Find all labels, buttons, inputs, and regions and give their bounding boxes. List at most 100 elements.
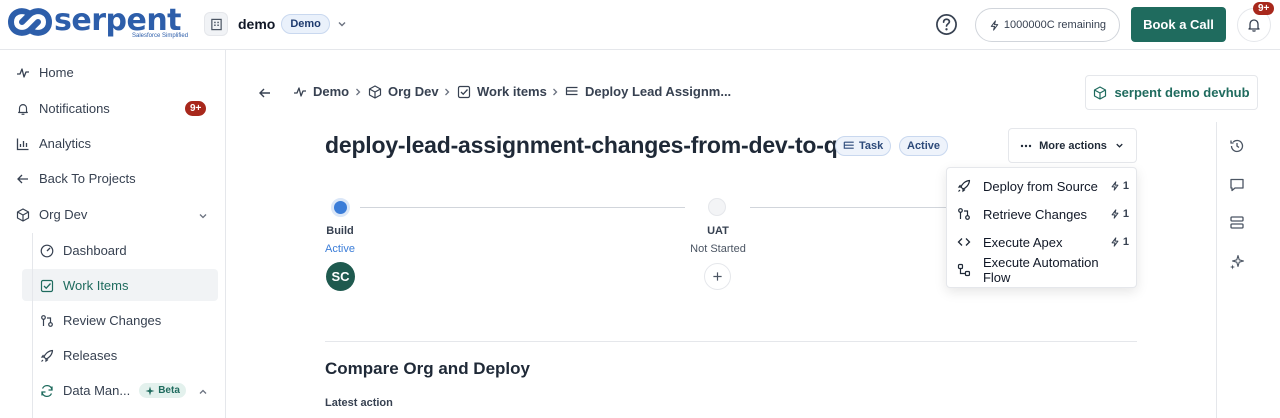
org-type-badge: Demo	[281, 14, 330, 34]
sidebar-item-analytics[interactable]: Analytics	[16, 136, 91, 151]
add-assignee-button[interactable]	[704, 263, 731, 290]
credit-cost: 1	[1110, 208, 1129, 220]
lightning-icon	[1111, 209, 1119, 219]
back-arrow-icon[interactable]	[258, 86, 272, 100]
lightning-icon	[1111, 237, 1119, 247]
history-icon[interactable]	[1229, 138, 1245, 154]
beta-badge: Beta	[139, 383, 186, 398]
activity-icon	[294, 86, 306, 97]
package-icon	[368, 84, 382, 99]
book-call-button[interactable]: Book a Call	[1131, 7, 1226, 42]
pipeline-connector	[360, 207, 685, 208]
sidebar: Home Notifications 9+ Analytics Back To …	[0, 50, 226, 418]
help-icon[interactable]	[935, 13, 958, 36]
refresh-icon	[41, 384, 53, 397]
sidebar-item-releases[interactable]: Releases	[40, 348, 117, 363]
sidebar-item-home[interactable]: Home	[16, 65, 74, 80]
notifications-count-badge: 9+	[185, 101, 207, 116]
stage-build-status: Active	[325, 243, 355, 255]
credit-cost-value: 1	[1122, 236, 1129, 248]
menu-item-execute-automation-flow[interactable]: Execute Automation Flow	[957, 255, 1129, 285]
section-title: Compare Org and Deploy	[325, 359, 530, 378]
sidebar-item-review-changes[interactable]: Review Changes	[40, 313, 161, 328]
stage-uat-status: Not Started	[690, 243, 746, 255]
credits-label: 1000000C remaining	[1003, 19, 1107, 31]
package-icon	[1094, 85, 1107, 100]
lightning-icon	[990, 19, 999, 31]
rocket-icon	[957, 179, 971, 193]
org-switcher[interactable]: demo Demo	[204, 12, 348, 36]
checkbox-icon	[457, 85, 471, 98]
sidebar-item-label: Back To Projects	[39, 171, 136, 186]
menu-item-execute-apex[interactable]: Execute Apex 1	[957, 232, 1129, 252]
more-actions-label: More actions	[1039, 139, 1107, 152]
menu-item-label: Execute Apex	[983, 234, 1063, 250]
credit-cost-value: 1	[1122, 180, 1129, 192]
sidebar-item-back-to-projects[interactable]: Back To Projects	[16, 171, 136, 186]
ellipsis-icon	[1020, 144, 1032, 147]
breadcrumb-label: Work items	[477, 84, 547, 99]
tree-guide-line	[32, 233, 33, 418]
layers-icon[interactable]	[1229, 215, 1245, 231]
stage-build-indicator[interactable]	[331, 198, 350, 217]
menu-item-label: Retrieve Changes	[983, 206, 1088, 222]
notifications-count-badge: 9+	[1253, 2, 1275, 15]
sidebar-item-label: Releases	[63, 348, 118, 363]
credit-cost: 1	[1110, 236, 1129, 248]
more-actions-menu: Deploy from Source 1 Retrieve Changes 1 …	[946, 167, 1137, 288]
org-name: demo	[238, 16, 276, 32]
chevron-up-icon[interactable]	[197, 386, 209, 398]
breadcrumb-current-item[interactable]: Deploy Lead Assignm...	[565, 84, 731, 99]
chevron-down-icon[interactable]	[197, 210, 209, 222]
package-icon	[16, 207, 30, 222]
top-bar: serpent Salesforce Simplified demo Demo …	[0, 0, 1280, 50]
chevron-right-icon	[553, 88, 558, 96]
credit-cost-value: 1	[1122, 208, 1129, 220]
devhub-button[interactable]: serpent demo devhub	[1085, 75, 1258, 110]
breadcrumb-label: Deploy Lead Assignm...	[585, 84, 732, 99]
stage-uat-indicator[interactable]	[708, 198, 726, 216]
sidebar-item-org-dev[interactable]: Org Dev	[16, 207, 87, 222]
stage-uat-name: UAT	[707, 225, 729, 237]
breadcrumb-org-dev[interactable]: Org Dev	[368, 84, 439, 99]
menu-item-deploy-from-source[interactable]: Deploy from Source 1	[957, 176, 1129, 196]
sidebar-item-notifications[interactable]: Notifications	[16, 101, 110, 116]
credits-remaining-button[interactable]: 1000000C remaining	[975, 8, 1120, 42]
more-actions-button[interactable]: More actions	[1008, 128, 1137, 163]
logo-tagline: Salesforce Simplified	[132, 33, 189, 39]
serpent-logo[interactable]: serpent Salesforce Simplified	[8, 3, 188, 42]
breadcrumb-label: Org Dev	[388, 84, 439, 99]
right-rail-divider	[1216, 122, 1217, 418]
comment-icon[interactable]	[1229, 177, 1245, 193]
work-item-title: deploy-lead-assignment-changes-from-dev-…	[325, 132, 851, 158]
sidebar-item-label: Work Items	[63, 278, 129, 293]
section-divider	[325, 341, 1137, 342]
status-tag-label: Active	[907, 140, 941, 152]
sidebar-item-label: Home	[39, 65, 74, 80]
bell-icon	[18, 103, 28, 115]
chevron-down-icon[interactable]	[336, 18, 348, 30]
lightning-icon	[1111, 181, 1119, 191]
sidebar-item-data-management[interactable]: Data Man... Beta	[40, 383, 186, 398]
code-icon	[957, 238, 971, 246]
breadcrumb-demo[interactable]: Demo	[293, 84, 349, 99]
arrow-left-icon	[17, 174, 28, 183]
workflow-icon	[957, 263, 971, 277]
credit-cost: 1	[1110, 180, 1129, 192]
breadcrumb-work-items[interactable]: Work items	[457, 84, 547, 99]
sparkle-icon	[145, 386, 155, 395]
sidebar-item-work-items[interactable]: Work Items	[40, 278, 129, 293]
beta-label: Beta	[158, 385, 180, 396]
git-compare-icon	[41, 314, 53, 327]
logo-wordmark: serpent	[54, 3, 182, 38]
sidebar-item-dashboard[interactable]: Dashboard	[40, 243, 127, 258]
devhub-label: serpent demo devhub	[1114, 85, 1250, 100]
sidebar-item-label: Review Changes	[63, 313, 162, 328]
sidebar-item-label: Notifications	[39, 101, 110, 116]
sparkles-icon[interactable]	[1229, 254, 1245, 270]
menu-item-retrieve-changes[interactable]: Retrieve Changes 1	[957, 204, 1129, 224]
stage-build-name: Build	[326, 225, 354, 237]
avatar[interactable]: SC	[326, 262, 355, 291]
activity-icon	[17, 67, 29, 78]
building-icon	[204, 12, 228, 36]
